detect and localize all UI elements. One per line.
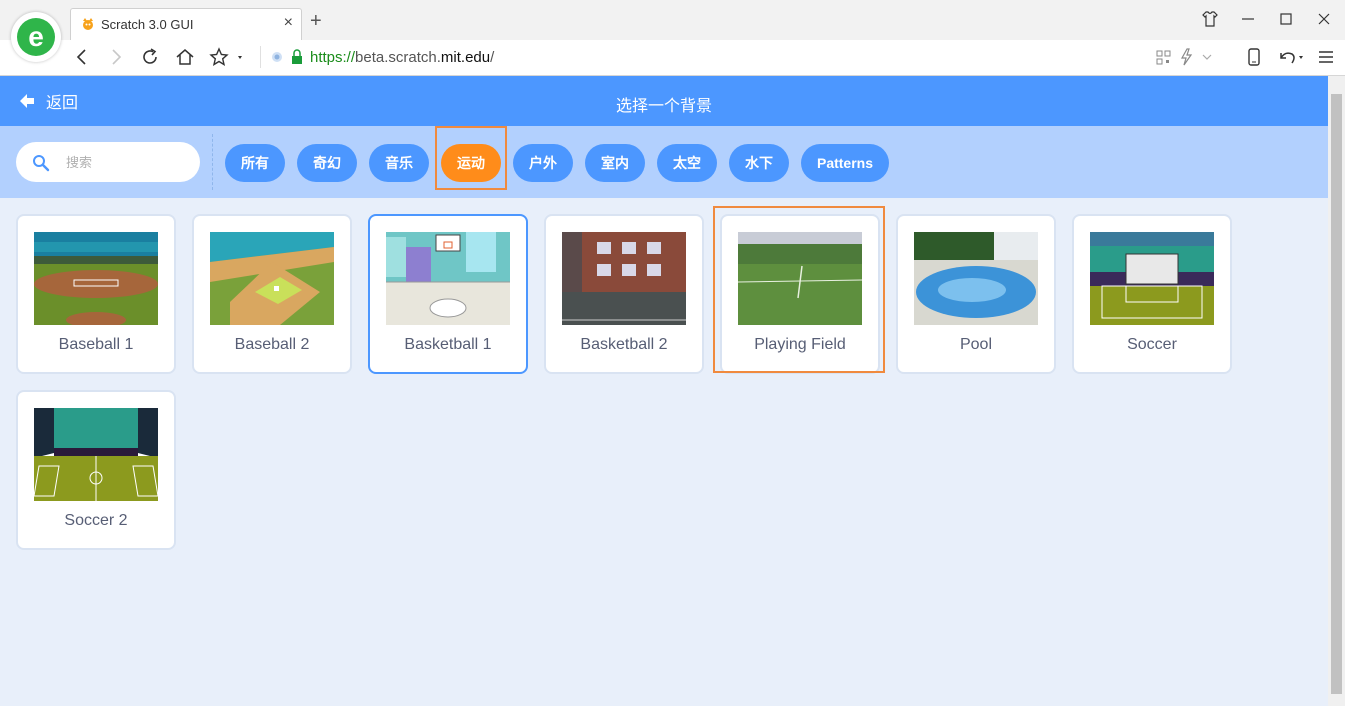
scrollbar-thumb[interactable] <box>1331 94 1342 694</box>
backdrop-thumbnail <box>562 232 686 325</box>
backdrop-label: Playing Field <box>754 336 846 353</box>
category-outdoors-button[interactable]: 户外 <box>513 144 573 182</box>
backdrop-card-playing-field[interactable]: Playing Field <box>720 214 880 374</box>
backdrop-label: Basketball 2 <box>580 336 668 353</box>
browser-logo-icon[interactable]: e <box>11 12 61 62</box>
search-field[interactable] <box>16 142 200 182</box>
backdrop-thumbnail <box>34 408 158 501</box>
backdrop-thumbnail <box>210 232 334 325</box>
lightning-icon[interactable] <box>1178 47 1216 67</box>
secure-lock-icon[interactable] <box>270 47 302 67</box>
backdrop-thumbnail <box>738 232 862 325</box>
browser-chrome: e Scratch 3.0 GUI × + https://beta.scrat… <box>0 0 1345 76</box>
backdrop-card-pool[interactable]: Pool <box>896 214 1056 374</box>
category-fantasy-button[interactable]: 奇幻 <box>297 144 357 182</box>
backdrop-thumbnail <box>1090 232 1214 325</box>
category-music-button[interactable]: 音乐 <box>369 144 429 182</box>
back-icon[interactable] <box>72 47 92 67</box>
backdrop-label: Soccer <box>1127 336 1177 353</box>
url-scheme: https:// <box>310 49 356 66</box>
backdrop-thumbnail <box>914 232 1038 325</box>
forward-icon[interactable] <box>106 47 126 67</box>
reload-icon[interactable] <box>140 47 160 67</box>
scratch-cat-favicon <box>81 17 95 31</box>
backdrop-grid: Baseball 1 Baseball 2 Basketball 1 Baske… <box>0 198 1328 706</box>
backdrop-card-soccer[interactable]: Soccer <box>1072 214 1232 374</box>
backdrop-label: Baseball 1 <box>58 336 134 353</box>
backdrop-label: Soccer 2 <box>64 512 128 529</box>
page-scrollbar[interactable] <box>1328 76 1345 706</box>
browser-tab[interactable]: Scratch 3.0 GUI × <box>70 8 302 40</box>
category-patterns-button[interactable]: Patterns <box>801 144 889 182</box>
qr-icon[interactable] <box>1154 47 1174 67</box>
tab-title: Scratch 3.0 GUI <box>101 17 194 32</box>
minimize-icon[interactable] <box>1238 9 1258 29</box>
svg-text:e: e <box>28 21 44 52</box>
search-icon <box>33 155 50 172</box>
backdrop-label: Basketball 1 <box>404 336 492 353</box>
address-separator <box>260 46 261 68</box>
category-all-button[interactable]: 所有 <box>225 144 285 182</box>
backdrop-thumbnail <box>386 232 510 325</box>
backdrop-label: Baseball 2 <box>234 336 310 353</box>
category-space-button[interactable]: 太空 <box>657 144 717 182</box>
menu-icon[interactable] <box>1316 47 1336 67</box>
url-path: / <box>490 49 495 66</box>
backdrop-label: Pool <box>959 336 993 353</box>
close-icon[interactable] <box>1314 9 1334 29</box>
address-bar[interactable]: https://beta.scratch.mit.edu/ <box>310 49 494 66</box>
category-indoors-button[interactable]: 室内 <box>585 144 645 182</box>
tab-close-icon[interactable]: × <box>284 14 293 32</box>
url-domain: mit.edu <box>440 49 491 66</box>
url-subdomain: beta.scratch. <box>355 49 441 66</box>
home-icon[interactable] <box>175 47 195 67</box>
maximize-icon[interactable] <box>1276 9 1296 29</box>
filter-divider <box>212 134 213 190</box>
mobile-icon[interactable] <box>1244 47 1264 67</box>
backdrop-card-soccer-2[interactable]: Soccer 2 <box>16 390 176 550</box>
filter-bar: 所有 奇幻 音乐 运动 户外 室内 太空 水下 Patterns <box>0 126 1328 198</box>
star-icon[interactable] <box>209 47 247 67</box>
library-header: 返回 选择一个背景 <box>0 76 1328 126</box>
backdrop-card-baseball-2[interactable]: Baseball 2 <box>192 214 352 374</box>
backdrop-card-baseball-1[interactable]: Baseball 1 <box>16 214 176 374</box>
backdrop-card-basketball-1[interactable]: Basketball 1 <box>368 214 528 374</box>
search-input[interactable] <box>66 152 186 172</box>
undo-icon[interactable] <box>1276 47 1308 67</box>
new-tab-icon[interactable]: + <box>310 11 322 31</box>
shirt-icon[interactable] <box>1200 9 1220 29</box>
category-sports-button[interactable]: 运动 <box>441 144 501 182</box>
backdrop-card-basketball-2[interactable]: Basketball 2 <box>544 214 704 374</box>
backdrop-thumbnail <box>34 232 158 325</box>
page-title: 选择一个背景 <box>615 98 712 115</box>
category-underwater-button[interactable]: 水下 <box>729 144 789 182</box>
